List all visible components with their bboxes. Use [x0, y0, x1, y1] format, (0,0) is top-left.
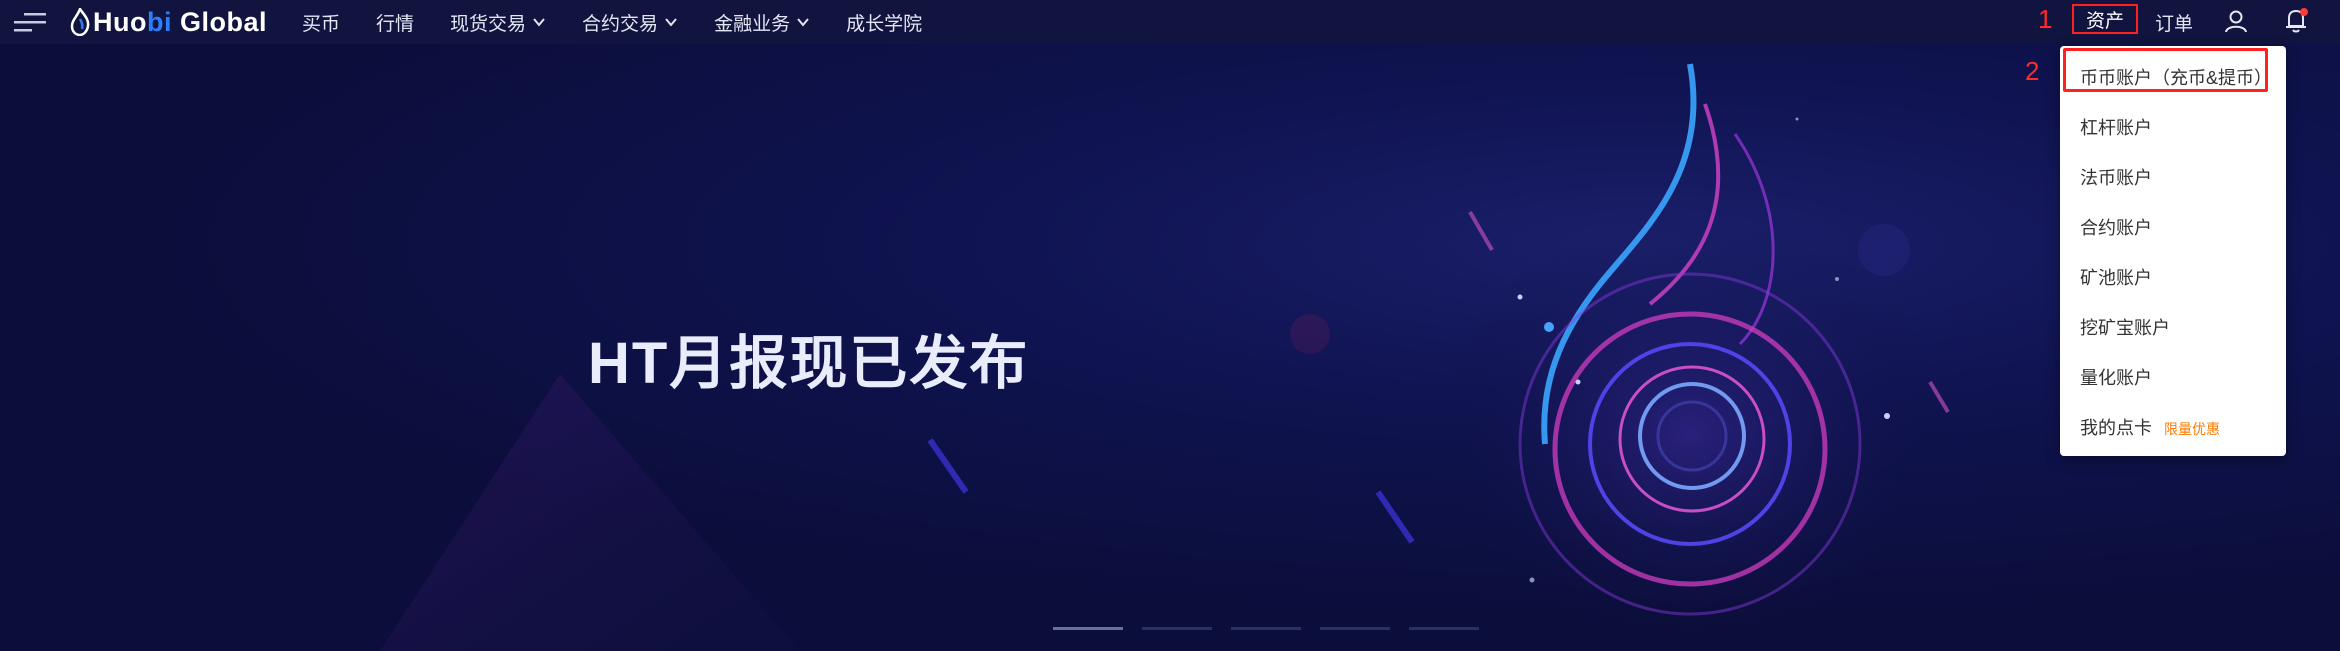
menu-item-contract-account[interactable]: 合约账户 — [2080, 214, 2152, 240]
assets-button[interactable]: 资产 — [2072, 4, 2138, 34]
hero-title: HT月报现已发布 — [588, 331, 1030, 396]
nav-academy[interactable]: 成长学院 — [846, 9, 922, 36]
assets-dropdown-menu: 币币账户（充币&提币） 杠杆账户 法币账户 合约账户 矿池账户 挖矿宝账户 量化… — [2060, 46, 2286, 456]
step-marker-2: 2 — [2025, 56, 2040, 86]
user-icon[interactable] — [2223, 8, 2249, 34]
flame-artwork — [380, 63, 1950, 651]
huobi-logo[interactable]: Huobi Global — [70, 6, 267, 38]
step-marker-1: 1 — [2038, 4, 2053, 34]
top-navbar: Huobi Global 买币 行情 现货交易 合约交易 金融业务 成长学院 1… — [0, 0, 2340, 44]
carousel-dot[interactable] — [1409, 627, 1479, 630]
nav-markets[interactable]: 行情 — [376, 9, 414, 36]
menu-item-pool-account[interactable]: 矿池账户 — [2080, 264, 2152, 290]
carousel-indicators — [1053, 627, 1498, 630]
logo-text: Huobi Global — [93, 6, 267, 37]
menu-icon[interactable] — [14, 11, 46, 33]
orders-link[interactable]: 订单 — [2155, 9, 2193, 36]
nav-finance[interactable]: 金融业务 — [714, 9, 810, 36]
menu-item-fiat-account[interactable]: 法币账户 — [2080, 164, 2152, 190]
nav-contract-trading[interactable]: 合约交易 — [582, 9, 678, 36]
menu-item-point-card[interactable]: 我的点卡 限量优惠 — [2080, 414, 2220, 440]
promo-tag: 限量优惠 — [2164, 421, 2220, 437]
menu-item-margin-account[interactable]: 杠杆账户 — [2080, 114, 2152, 140]
carousel-dot[interactable] — [1142, 627, 1212, 630]
menu-item-spot-account[interactable]: 币币账户（充币&提币） — [2080, 64, 2272, 90]
carousel-dot[interactable] — [1320, 627, 1390, 630]
flame-logo-icon — [70, 8, 90, 36]
menu-item-quant-account[interactable]: 量化账户 — [2080, 364, 2152, 390]
carousel-dot[interactable] — [1053, 627, 1123, 630]
point-card-label: 我的点卡 — [2080, 418, 2152, 438]
main-nav: 买币 行情 现货交易 合约交易 金融业务 成长学院 — [302, 0, 958, 44]
nav-spot-trading[interactable]: 现货交易 — [450, 9, 546, 36]
chevron-down-icon — [665, 18, 677, 27]
chevron-down-icon — [533, 18, 545, 27]
chevron-down-icon — [797, 18, 809, 27]
carousel-dot[interactable] — [1231, 627, 1301, 630]
hero-banner[interactable]: HT月报现已发布 — [0, 44, 2340, 651]
nav-buy-crypto[interactable]: 买币 — [302, 9, 340, 36]
bell-icon[interactable] — [2282, 6, 2310, 34]
menu-item-mining-account[interactable]: 挖矿宝账户 — [2080, 314, 2170, 340]
